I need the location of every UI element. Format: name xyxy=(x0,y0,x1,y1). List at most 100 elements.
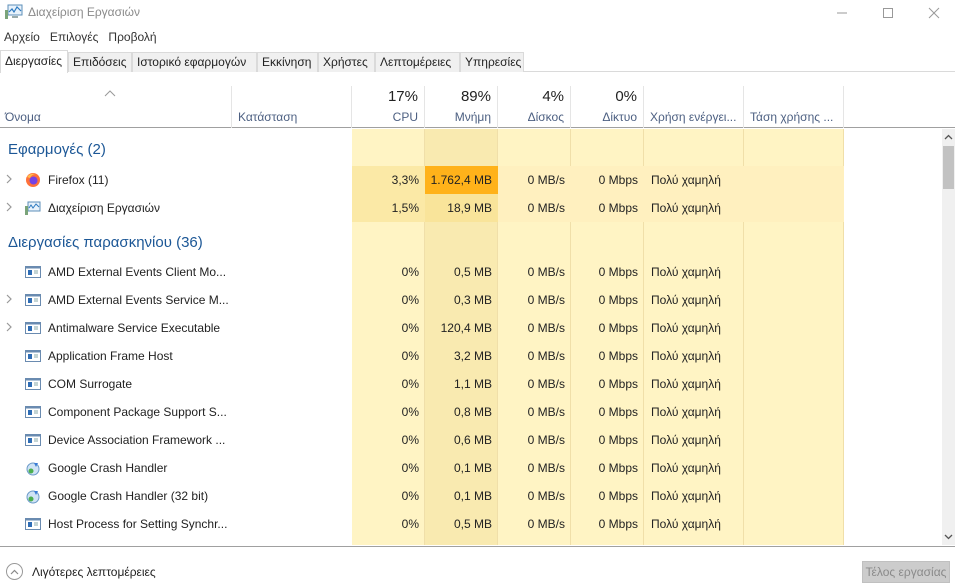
process-row[interactable]: Host Process for Setting Synchr... 0% 0,5 … xyxy=(0,510,942,538)
window-title: Διαχείριση Εργασιών xyxy=(28,5,141,19)
tab-app-history[interactable]: Ιστορικό εφαρμογών xyxy=(132,52,257,72)
footer: Λιγότερες λεπτομέρειες Τέλος εργασίας xyxy=(0,546,955,586)
network-cell: 0 Mbps xyxy=(598,433,638,447)
disk-cell: 0 MB/s xyxy=(498,166,571,194)
power-trend-cell xyxy=(744,286,844,314)
expand-chevron-icon[interactable] xyxy=(5,321,13,335)
memory-cell: 18,9 MB xyxy=(425,194,498,222)
memory-cell: 0,5 MB xyxy=(453,265,492,279)
memory-cell: 0,3 MB xyxy=(453,293,492,307)
disk-cell: 0 MB/s xyxy=(527,321,565,335)
tab-users[interactable]: Χρήστες xyxy=(318,52,375,72)
column-header-network[interactable]: 0% Δίκτυο xyxy=(571,86,644,128)
disk-cell: 0 MB/s xyxy=(527,349,565,363)
cpu-cell: 1,5% xyxy=(352,194,425,222)
scroll-up-button[interactable] xyxy=(942,129,955,145)
cpu-cell: 0% xyxy=(401,433,419,447)
disk-cell: 0 MB/s xyxy=(527,265,565,279)
disk-cell: 0 MB/s xyxy=(527,461,565,475)
tab-startup[interactable]: Εκκίνηση xyxy=(257,52,318,72)
column-header-cpu[interactable]: 17% CPU xyxy=(352,86,425,128)
service-icon xyxy=(25,516,41,532)
menu-options[interactable]: Επιλογές xyxy=(45,27,104,47)
service-icon xyxy=(25,404,41,420)
service-icon xyxy=(25,376,41,392)
cpu-cell: 0% xyxy=(401,293,419,307)
process-name: AMD External Events Client Mo... xyxy=(48,265,227,279)
sort-ascending-icon xyxy=(104,86,116,100)
power-trend-cell xyxy=(744,426,844,454)
power-usage-cell: Πολύ χαμηλή xyxy=(651,489,721,503)
process-row[interactable]: AMD External Events Client Mo... 0% 0,5 MB… xyxy=(0,258,942,286)
network-cell: 0 Mbps xyxy=(598,405,638,419)
network-cell: 0 Mbps xyxy=(598,461,638,475)
fewer-details-button[interactable]: Λιγότερες λεπτομέρειες xyxy=(6,563,156,580)
process-row[interactable]: Component Package Support S... 0% 0,8 MB 0 … xyxy=(0,398,942,426)
disk-cell: 0 MB/s xyxy=(527,517,565,531)
tab-performance[interactable]: Επιδόσεις xyxy=(68,52,132,72)
scroll-thumb[interactable] xyxy=(943,146,954,189)
column-header-row: Όνομα Κατάσταση 17% CPU 89% Μνήμη 4% Δίσ… xyxy=(0,86,955,128)
cpu-cell: 3,3% xyxy=(352,166,425,194)
service-icon xyxy=(25,348,41,364)
menu-file[interactable]: Αρχείο xyxy=(0,27,45,47)
column-header-power-trend[interactable]: Τάση χρήσης ... xyxy=(744,86,844,128)
memory-cell: 0,1 MB xyxy=(453,489,492,503)
process-name: Device Association Framework ... xyxy=(48,433,226,447)
process-row[interactable]: Firefox (11) 3,3% 1.762,4 MB 0 MB/s 0 Mbps Πο… xyxy=(0,166,942,194)
process-row[interactable]: Antimalware Service Executable 0% 120,4 MB… xyxy=(0,314,942,342)
close-button[interactable] xyxy=(911,0,955,26)
network-cell: 0 Mbps xyxy=(571,166,644,194)
chevron-down-icon xyxy=(944,534,953,540)
power-trend-cell xyxy=(744,398,844,426)
column-header-memory[interactable]: 89% Μνήμη xyxy=(425,86,498,128)
process-row[interactable]: Device Association Framework ... 0% 0,6 MB… xyxy=(0,426,942,454)
power-usage-cell: Πολύ χαμηλή xyxy=(651,517,721,531)
column-header-name[interactable]: Όνομα xyxy=(0,86,232,128)
task-manager-icon xyxy=(5,4,23,20)
expand-chevron-icon[interactable] xyxy=(5,173,13,187)
vertical-scrollbar[interactable] xyxy=(942,129,955,545)
end-task-button[interactable]: Τέλος εργασίας xyxy=(862,561,950,583)
chevron-up-circle-icon xyxy=(6,563,23,580)
tab-processes[interactable]: Διεργασίες xyxy=(0,50,68,73)
process-name: Host Process for Setting Synchr... xyxy=(48,517,228,531)
column-header-power-usage[interactable]: Χρήση ενέργει... xyxy=(644,86,744,128)
column-header-status[interactable]: Κατάσταση xyxy=(232,86,352,128)
network-total: 0% xyxy=(615,88,637,105)
memory-cell: 0,5 MB xyxy=(453,517,492,531)
scroll-down-button[interactable] xyxy=(942,529,955,545)
tab-services[interactable]: Υπηρεσίες xyxy=(460,52,524,72)
process-name: Component Package Support S... xyxy=(48,405,227,419)
memory-cell: 0,6 MB xyxy=(453,433,492,447)
process-row[interactable]: Application Frame Host 0% 3,2 MB 0 MB/s 0 Mb… xyxy=(0,342,942,370)
column-header-disk[interactable]: 4% Δίσκος xyxy=(498,86,571,128)
power-trend-cell xyxy=(744,370,844,398)
disk-cell: 0 MB/s xyxy=(527,489,565,503)
memory-cell: 0,8 MB xyxy=(453,405,492,419)
process-row[interactable]: Διαχείριση Εργασιών 1,5% 18,9 MB 0 MB/s 0 Mb… xyxy=(0,194,942,222)
disk-cell: 0 MB/s xyxy=(527,377,565,391)
minimize-button[interactable] xyxy=(819,0,865,26)
cpu-cell: 0% xyxy=(401,265,419,279)
maximize-button[interactable] xyxy=(865,0,911,26)
memory-cell: 0,1 MB xyxy=(453,461,492,475)
process-row[interactable]: COM Surrogate 0% 1,1 MB 0 MB/s 0 Mbps Πολύ χα… xyxy=(0,370,942,398)
group-title: Εφαρμογές (2) xyxy=(8,141,106,158)
power-usage-cell: Πολύ χαμηλή xyxy=(651,349,721,363)
memory-cell: 1.762,4 MB xyxy=(425,166,498,194)
expand-chevron-icon[interactable] xyxy=(5,293,13,307)
service-icon xyxy=(25,320,41,336)
expand-chevron-icon[interactable] xyxy=(5,201,13,215)
group-header[interactable]: Εφαρμογές (2) xyxy=(0,129,942,165)
service-icon xyxy=(25,264,41,280)
tab-details[interactable]: Λεπτομέρειες xyxy=(375,52,460,72)
menu-view[interactable]: Προβολή xyxy=(103,27,161,47)
process-row[interactable]: AMD External Events Service M... 0% 0,3 MB… xyxy=(0,286,942,314)
process-row[interactable]: Google Crash Handler (32 bit) 0% 0,1 MB 0 M… xyxy=(0,482,942,510)
maximize-icon xyxy=(883,8,893,18)
cpu-cell: 0% xyxy=(401,517,419,531)
cpu-cell: 0% xyxy=(401,405,419,419)
group-header[interactable]: Διεργασίες παρασκηνίου (36) xyxy=(0,222,942,258)
process-row[interactable]: Google Crash Handler 0% 0,1 MB 0 MB/s 0 Mbps… xyxy=(0,454,942,482)
